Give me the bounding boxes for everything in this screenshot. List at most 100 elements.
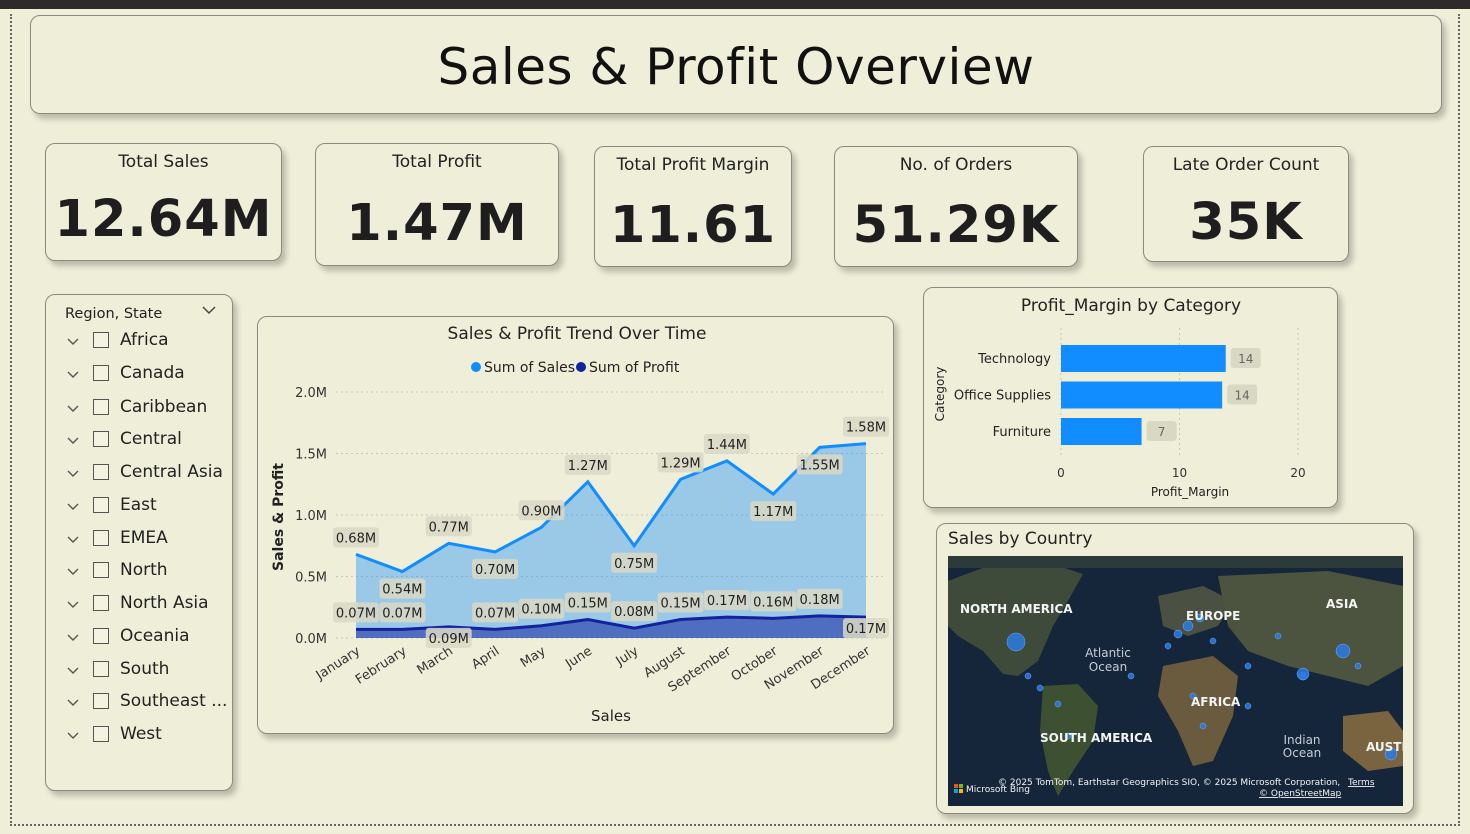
kpi-total-sales[interactable]: Total Sales 12.64M (45, 143, 282, 261)
page-title: Sales & Profit Overview (437, 38, 1035, 96)
slicer-item[interactable]: Canada (66, 363, 234, 391)
x-tick-label: June (562, 644, 595, 673)
map-label-africa: AFRICA (1191, 695, 1241, 709)
slicer-item[interactable]: Oceania (66, 626, 234, 654)
chevron-down-icon[interactable] (66, 566, 80, 578)
data-label: 7 (1158, 425, 1166, 439)
kpi-label: Total Sales (118, 152, 209, 172)
slicer-item[interactable]: EMEA (66, 528, 234, 556)
kpi-value: 35K (1189, 193, 1303, 252)
slicer-item[interactable]: East (66, 495, 234, 523)
chevron-down-icon[interactable] (66, 534, 80, 546)
data-label: 0.07M (336, 606, 376, 621)
map-osm-link[interactable]: © OpenStreetMap (1259, 789, 1342, 799)
slicer-checkbox[interactable] (93, 431, 109, 447)
slicer-item-label: South (120, 659, 170, 679)
slicer-checkbox[interactable] (93, 497, 109, 513)
chevron-down-icon[interactable] (66, 665, 80, 677)
slicer-item[interactable]: South (66, 659, 234, 687)
chevron-down-icon[interactable] (201, 303, 217, 317)
chart-title: Sales & Profit Trend Over Time (448, 324, 707, 344)
slicer-checkbox[interactable] (93, 661, 109, 677)
x-tick-label: 0 (1057, 466, 1065, 480)
data-label: 0.54M (382, 583, 422, 598)
data-label: 1.55M (800, 458, 840, 473)
slicer-header: Region, State (65, 306, 163, 322)
profit-margin-by-category-chart[interactable]: Profit_Margin by Category Category Profi… (923, 287, 1338, 508)
slicer-item[interactable]: Central (66, 429, 234, 457)
chevron-down-icon[interactable] (66, 730, 80, 742)
title-card: Sales & Profit Overview (30, 15, 1442, 114)
map-label-indian: Indian (1283, 733, 1320, 747)
kpi-total-profit[interactable]: Total Profit 1.47M (315, 143, 559, 266)
window-top-bar (0, 0, 1470, 9)
kpi-label: Total Profit (392, 152, 482, 172)
chevron-down-icon[interactable] (66, 403, 80, 415)
kpi-value: 51.29K (852, 196, 1060, 255)
slicer-checkbox[interactable] (93, 628, 109, 644)
slicer-item[interactable]: North (66, 560, 234, 588)
slicer-checkbox[interactable] (93, 399, 109, 415)
slicer-item[interactable]: Africa (66, 330, 234, 358)
map-label-atlantic-ocean: Ocean (1089, 660, 1127, 674)
sales-profit-trend-chart[interactable]: Sales & Profit Trend Over Time Sum of Sa… (257, 316, 894, 734)
slicer-checkbox[interactable] (93, 332, 109, 348)
kpi-label: Late Order Count (1172, 155, 1320, 175)
chevron-down-icon[interactable] (66, 468, 80, 480)
kpi-total-profit-margin[interactable]: Total Profit Margin 11.61 (594, 146, 792, 267)
world-map[interactable]: NORTH AMERICA EUROPE ASIA AFRICA SOUTH A… (948, 556, 1403, 806)
map-label-atlantic: Atlantic (1085, 646, 1131, 660)
slicer-checkbox[interactable] (93, 464, 109, 480)
map-terms-link[interactable]: Terms (1347, 778, 1375, 788)
slicer-checkbox[interactable] (93, 530, 109, 546)
slicer-item[interactable]: North Asia (66, 593, 234, 621)
data-label: 1.29M (660, 456, 700, 471)
chevron-down-icon[interactable] (66, 435, 80, 447)
slicer-item[interactable]: Southeast ... (66, 691, 234, 719)
slicer-item[interactable]: West (66, 724, 234, 752)
slicer-item-label: North Asia (120, 593, 209, 613)
chevron-down-icon[interactable] (66, 599, 80, 611)
legend-marker-profit (576, 362, 586, 372)
slicer-item[interactable]: Caribbean (66, 397, 234, 425)
slicer-checkbox[interactable] (93, 562, 109, 578)
slicer-item-label: North (120, 560, 168, 580)
x-tick-label: May (518, 644, 549, 671)
y-tick-label: Office Supplies (954, 389, 1051, 404)
bar[interactable] (1061, 381, 1223, 409)
slicer-item[interactable]: Central Asia (66, 462, 234, 490)
bar[interactable] (1061, 345, 1226, 372)
y-tick-label: 0.5M (295, 571, 327, 586)
trend-chart-svg: Sales & Profit Trend Over Time Sum of Sa… (271, 324, 889, 725)
x-tick-label: March (414, 644, 455, 678)
region-state-slicer[interactable]: Region, State Africa Canada Caribbean Centr… (45, 294, 233, 791)
chart-title: Profit_Margin by Category (1021, 296, 1241, 316)
data-label: 14 (1238, 352, 1253, 366)
slicer-checkbox[interactable] (93, 726, 109, 742)
chevron-down-icon[interactable] (66, 336, 80, 348)
kpi-late-order-count[interactable]: Late Order Count 35K (1143, 146, 1349, 262)
kpi-no-of-orders[interactable]: No. of Orders 51.29K (834, 146, 1078, 267)
chevron-down-icon[interactable] (66, 369, 80, 381)
legend-label-profit[interactable]: Sum of Profit (589, 360, 680, 376)
bar-chart-svg: Profit_Margin by Category Category Profi… (933, 296, 1306, 499)
slicer-checkbox[interactable] (93, 693, 109, 709)
slicer-item-label: Central Asia (120, 462, 223, 482)
chevron-down-icon[interactable] (66, 697, 80, 709)
chevron-down-icon[interactable] (66, 501, 80, 513)
y-tick-label: 1.0M (295, 509, 327, 524)
data-label: 1.27M (568, 459, 608, 474)
data-label: 0.10M (521, 603, 561, 618)
slicer-checkbox[interactable] (93, 595, 109, 611)
bar[interactable] (1061, 418, 1142, 445)
slicer-item-label: Africa (120, 330, 169, 350)
data-label: 0.75M (614, 557, 654, 572)
data-label: 0.15M (660, 597, 700, 612)
data-label: 1.17M (753, 505, 793, 520)
x-tick-label: July (613, 644, 642, 670)
legend-label-sales[interactable]: Sum of Sales (484, 360, 575, 376)
sales-by-country-map[interactable]: Sales by Country NORTH AMERICA EUROPE AS… (936, 523, 1414, 814)
slicer-checkbox[interactable] (93, 365, 109, 381)
chevron-down-icon[interactable] (66, 632, 80, 644)
kpi-value: 12.64M (54, 190, 273, 249)
